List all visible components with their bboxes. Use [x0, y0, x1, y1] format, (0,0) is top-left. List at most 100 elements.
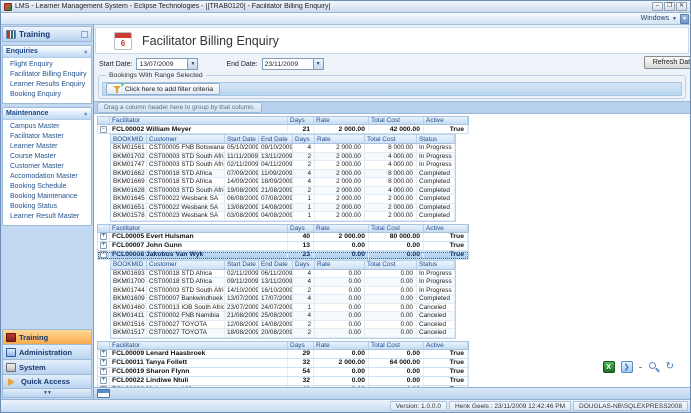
column-header-active[interactable]: Active: [424, 117, 468, 124]
restore-button[interactable]: ❐: [664, 2, 675, 11]
end-date-picker[interactable]: 23/11/2009 ▼: [262, 58, 324, 70]
sidebar-item-learner-result-master[interactable]: Learner Result Master: [3, 212, 91, 222]
chevron-up-icon[interactable]: »: [83, 112, 89, 115]
export-icon[interactable]: ❯: [621, 361, 633, 373]
booking-row[interactable]: BKM01700CST00018 STD Africa09/11/200913/…: [111, 278, 455, 287]
sidebar-item-flight-enquiry[interactable]: Flight Enquiry: [3, 60, 91, 70]
detail-column-header-start-date[interactable]: Start Date: [225, 261, 259, 269]
column-header-active[interactable]: Active: [424, 225, 468, 232]
sidebar-overflow-strip[interactable]: ▼▼: [2, 389, 92, 398]
detail-column-header-total-cost[interactable]: Total Cost: [365, 261, 417, 269]
form-tab-icon[interactable]: [97, 389, 110, 398]
windows-menu[interactable]: Windows: [641, 15, 669, 22]
booking-row[interactable]: BKM01517CST00027 TOYOTA18/08/200920/08/2…: [111, 329, 455, 338]
sidebar-item-booking-maintenance[interactable]: Booking Maintenance: [3, 192, 91, 202]
sidebar-item-course-master[interactable]: Course Master: [3, 152, 91, 162]
nav-button-quick-access[interactable]: Quick Access: [2, 374, 92, 389]
detail-column-header-rate[interactable]: Rate: [315, 135, 365, 143]
column-header-total-cost[interactable]: Total Cost: [369, 225, 424, 232]
detail-column-header-start-date[interactable]: Start Date: [225, 135, 259, 143]
collapse-icon[interactable]: −: [100, 251, 107, 258]
facilitator-row[interactable]: +FCL00007 John Gunn130.000.00True: [97, 242, 469, 251]
detail-column-header-bookmid[interactable]: BOOKMID: [111, 135, 147, 143]
excel-export-icon[interactable]: X: [603, 361, 615, 373]
facilitator-row[interactable]: −FCL00002 William Meyer212 000.0042 000.…: [97, 125, 469, 134]
booking-row[interactable]: BKM01669CST00018 STD Africa14/09/200918/…: [111, 178, 455, 187]
search-icon[interactable]: [648, 361, 660, 373]
column-header-rate[interactable]: Rate: [314, 117, 369, 124]
booking-row[interactable]: BKM01561CST00005 FNB Botswana05/10/20090…: [111, 144, 455, 153]
facilitator-row[interactable]: +FCL00009 Lenard Haasbroek290.000.00True: [97, 350, 469, 359]
column-header-facilitator[interactable]: Facilitator: [110, 225, 288, 232]
detail-column-header-status[interactable]: Status: [417, 261, 455, 269]
booking-row[interactable]: BKM01411CST00002 FNB Namibia21/08/200925…: [111, 312, 455, 321]
minimize-button[interactable]: –: [652, 2, 663, 11]
sidebar-item-campus-master[interactable]: Campus Master: [3, 122, 91, 132]
sidebar-group-header[interactable]: Maintenance»: [3, 108, 91, 120]
add-filter-criteria-button[interactable]: + Click here to add filter criteria: [106, 83, 220, 95]
expand-icon[interactable]: +: [100, 359, 107, 366]
booking-row[interactable]: BKM01609CST00007 Bankwindhoek13/07/20091…: [111, 295, 455, 304]
sidebar-item-customer-master[interactable]: Customer Master: [3, 162, 91, 172]
booking-row[interactable]: BKM01744CST00003 STD South Africa14/10/2…: [111, 287, 455, 296]
sidebar-item-booking-status[interactable]: Booking Status: [3, 202, 91, 212]
collapse-icon[interactable]: −: [100, 126, 107, 133]
sidebar-group-header[interactable]: Enquiries»: [3, 46, 91, 58]
sidebar-item-accomodation-master[interactable]: Accomodation Master: [3, 172, 91, 182]
sidebar-item-learner-results-enquiry[interactable]: Learner Results Enquiry: [3, 80, 91, 90]
column-header-days[interactable]: Days: [288, 342, 314, 349]
column-header-active[interactable]: Active: [424, 342, 468, 349]
facilitator-row[interactable]: +FCL00023 Mohammed Moosa430.000.00True: [97, 386, 469, 388]
expand-icon[interactable]: +: [100, 377, 107, 384]
detail-column-header-customer[interactable]: Customer: [147, 135, 225, 143]
start-date-picker[interactable]: 13/07/2009 ▼: [136, 58, 198, 70]
detail-column-header-bookmid[interactable]: BOOKMID: [111, 261, 147, 269]
sidebar-item-facilitator-master[interactable]: Facilitator Master: [3, 132, 91, 142]
facilitator-row[interactable]: +FCL00005 Evert Hulsman402 000.0080 000.…: [97, 233, 469, 242]
detail-column-header-customer[interactable]: Customer: [147, 261, 225, 269]
booking-row[interactable]: BKM01628CST00003 STD South Africa19/08/2…: [111, 187, 455, 196]
booking-row[interactable]: BKM01651CST00022 Wesbank SA13/08/200914/…: [111, 204, 455, 213]
booking-row[interactable]: BKM01662CST00018 STD Africa07/09/200911/…: [111, 170, 455, 179]
sidebar-options-icon[interactable]: [81, 31, 88, 38]
chevron-up-icon[interactable]: »: [83, 50, 89, 53]
column-header-days[interactable]: Days: [288, 225, 314, 232]
chevron-down-icon[interactable]: ▼: [187, 59, 197, 69]
detail-column-header-days[interactable]: Days: [293, 135, 315, 143]
sidebar-item-booking-enquiry[interactable]: Booking Enquiry: [3, 90, 91, 100]
facilitator-row[interactable]: −FCL00008 Jakobus Van Wyk230.000.00True: [97, 251, 469, 260]
nav-button-administration[interactable]: Administration: [2, 344, 92, 359]
detail-column-header-end-date[interactable]: End Date: [259, 261, 293, 269]
expand-icon[interactable]: +: [100, 368, 107, 375]
nav-button-system[interactable]: System: [2, 359, 92, 374]
expand-icon[interactable]: +: [100, 233, 107, 240]
detail-column-header-status[interactable]: Status: [417, 135, 455, 143]
column-header-facilitator[interactable]: Facilitator: [110, 117, 288, 124]
booking-row[interactable]: BKM01645CST00022 Wesbank SA06/08/200907/…: [111, 195, 455, 204]
nav-button-training[interactable]: Training: [2, 329, 92, 344]
redo-icon[interactable]: ↻: [666, 361, 674, 373]
booking-row[interactable]: BKM01578CST00023 Wesbank SA03/08/200904/…: [111, 212, 455, 221]
column-header-total-cost[interactable]: Total Cost: [369, 117, 424, 124]
refresh-data-button[interactable]: Refresh Data: [644, 56, 691, 69]
sidebar-item-learner-master[interactable]: Learner Master: [3, 142, 91, 152]
booking-row[interactable]: BKM01702CST00003 STD South Africa11/11/2…: [111, 153, 455, 162]
booking-row[interactable]: BKM01460CST00013 IOB South Africa23/07/2…: [111, 304, 455, 313]
detail-column-header-total-cost[interactable]: Total Cost: [365, 135, 417, 143]
detail-column-header-rate[interactable]: Rate: [315, 261, 365, 269]
chevron-down-icon[interactable]: ▼: [313, 59, 323, 69]
column-header-total-cost[interactable]: Total Cost: [369, 342, 424, 349]
facilitator-row[interactable]: +FCL00019 Sharon Flynn540.000.00True: [97, 368, 469, 377]
detail-column-header-end-date[interactable]: End Date: [259, 135, 293, 143]
booking-row[interactable]: BKM01747CST00003 STD South Africa02/11/2…: [111, 161, 455, 170]
expand-icon[interactable]: +: [100, 242, 107, 249]
column-header-days[interactable]: Days: [288, 117, 314, 124]
detail-column-header-days[interactable]: Days: [293, 261, 315, 269]
sidebar-item-booking-schedule[interactable]: Booking Schedule: [3, 182, 91, 192]
facilitator-row[interactable]: +FCL00011 Tanya Follett322 000.0064 000.…: [97, 359, 469, 368]
column-header-rate[interactable]: Rate: [314, 225, 369, 232]
column-header-facilitator[interactable]: Facilitator: [110, 342, 288, 349]
booking-row[interactable]: BKM01693CST00018 STD Africa02/11/200906/…: [111, 270, 455, 279]
menu-overflow-button[interactable]: ▼: [680, 14, 689, 24]
close-button[interactable]: ✕: [676, 2, 687, 11]
